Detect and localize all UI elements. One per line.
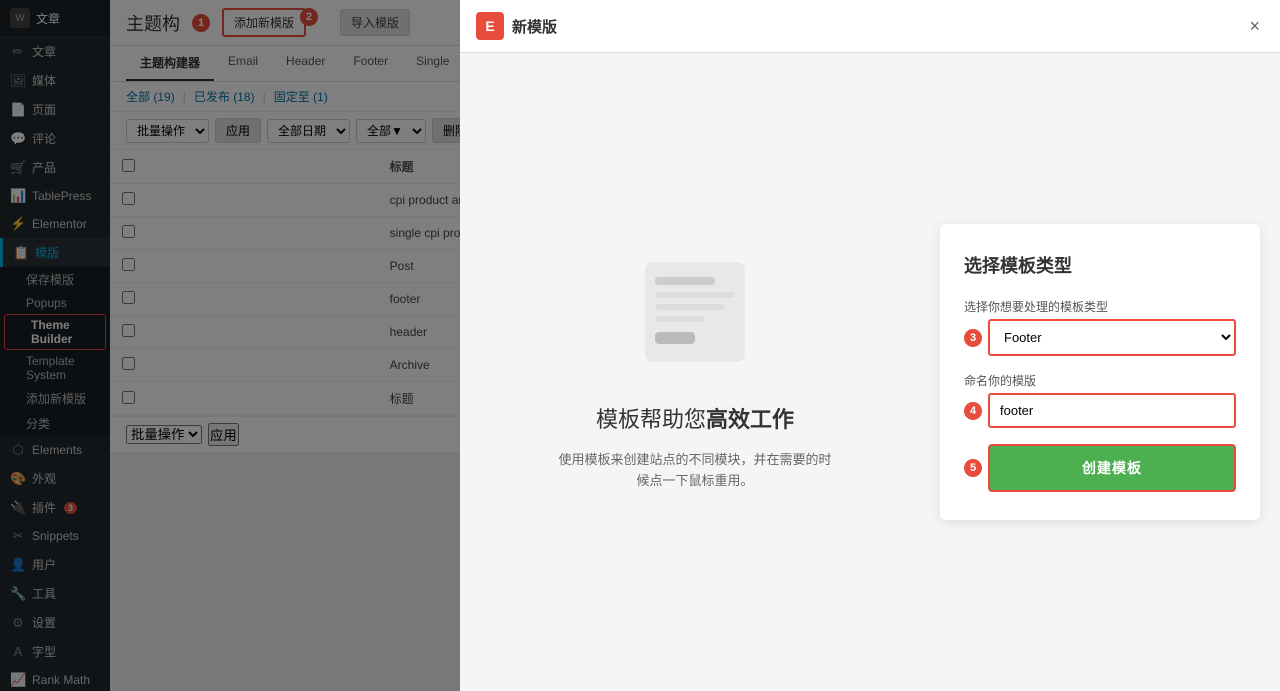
- modal-right-title: 选择模板类型: [964, 252, 1236, 278]
- modal-heading: 模板帮助您高效工作: [596, 402, 794, 434]
- create-button-row: 5 创建模板: [964, 444, 1236, 492]
- modal-title: 新模版: [512, 16, 557, 37]
- modal-title-row: E 新模版: [476, 12, 557, 40]
- modal-left-panel: 模板帮助您高效工作 使用模板来创建站点的不同模块，并在需要的时候点一下鼠标重用。: [480, 252, 910, 492]
- modal-description: 使用模板来创建站点的不同模块，并在需要的时候点一下鼠标重用。: [555, 450, 835, 492]
- select-type-label: 选择你想要处理的模板类型: [964, 298, 1236, 315]
- step4-badge: 4: [964, 402, 982, 420]
- modal-header: E 新模版 ×: [460, 0, 1280, 53]
- template-type-select[interactable]: Footer Page Section Header Single Archiv…: [988, 319, 1236, 356]
- modal-right-panel: 选择模板类型 选择你想要处理的模板类型 3 Footer Page Sectio…: [940, 224, 1260, 520]
- step5-badge: 5: [964, 459, 982, 477]
- modal-overlay: E 新模版 ×: [0, 0, 1280, 691]
- create-template-button[interactable]: 创建模板: [988, 444, 1236, 492]
- form-group-name: 命名你的模版 4: [964, 372, 1236, 428]
- modal-close-button[interactable]: ×: [1245, 13, 1264, 39]
- modal-panel: E 新模版 ×: [460, 0, 1280, 691]
- step3-badge: 3: [964, 329, 982, 347]
- template-name-input[interactable]: [988, 393, 1236, 428]
- modal-elementor-icon: E: [476, 12, 504, 40]
- modal-illustration: [635, 252, 755, 386]
- form-group-type: 选择你想要处理的模板类型 3 Footer Page Section Heade…: [964, 298, 1236, 356]
- modal-body: 模板帮助您高效工作 使用模板来创建站点的不同模块，并在需要的时候点一下鼠标重用。…: [460, 53, 1280, 691]
- name-label: 命名你的模版: [964, 372, 1236, 389]
